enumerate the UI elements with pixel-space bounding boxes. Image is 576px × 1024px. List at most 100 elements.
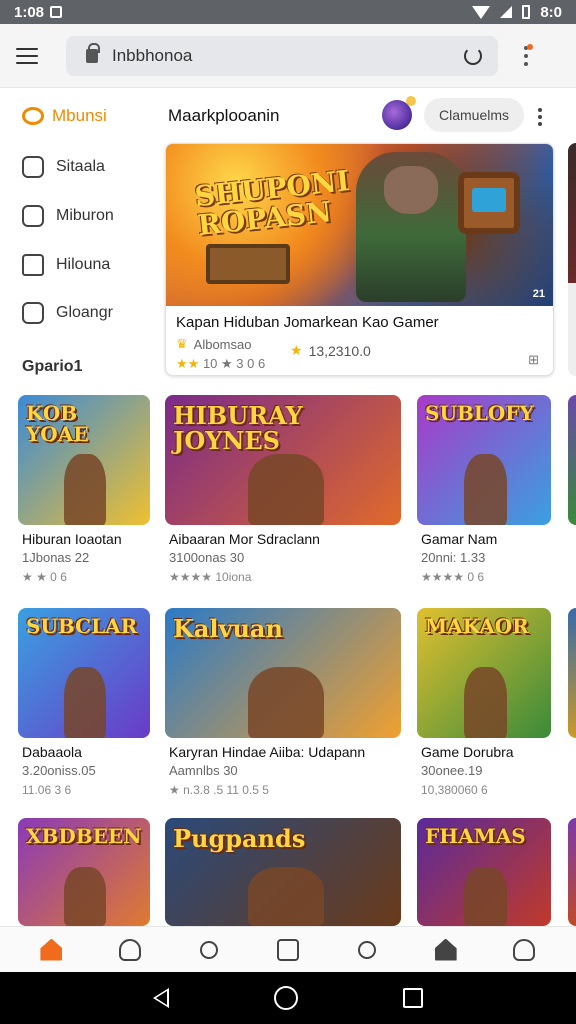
game-rating: ★★★★ 0 6 — [421, 570, 485, 584]
game-logo-text: HIBURAY JOYNES — [173, 401, 303, 456]
filter-chip[interactable]: Clamuelms — [424, 98, 524, 132]
game-card[interactable]: KOB YOAE Hiburan Ioaotan 1Jbonas 22 ★ ★ 0 6 — [18, 395, 150, 597]
recents-icon[interactable] — [403, 988, 424, 1008]
nav-account[interactable] — [504, 930, 544, 970]
character-figure — [248, 454, 324, 525]
sidebar-item-label: Gloangr — [56, 304, 113, 321]
hero-character — [356, 152, 466, 302]
game-thumbnail: Pugpands — [165, 818, 401, 926]
game-thumbnail: HIBURAY JOYNES — [165, 395, 401, 525]
featured-logo-text: SHUPONI ROPASN — [193, 164, 351, 243]
featured-title: Kapan Hiduban Jomarkean Kao Gamer — [176, 314, 439, 331]
nav-home[interactable] — [31, 930, 71, 970]
reload-icon[interactable] — [464, 46, 482, 65]
nav-games[interactable] — [189, 930, 229, 970]
sidebar-item-3[interactable]: Hilouna — [22, 254, 110, 276]
url-text[interactable]: Inbbhonoa — [112, 46, 464, 66]
featured-downloads-text: 13,2310.0 — [308, 342, 371, 359]
chest-figure — [206, 244, 290, 284]
clock: 1:08 — [14, 3, 45, 21]
game-thumbnail: Kalvuan — [165, 608, 401, 738]
controller-icon — [200, 940, 219, 959]
featured-badge: 21 — [532, 288, 545, 300]
game-logo-text: KOB YOAE — [26, 401, 89, 446]
game-rating: ★ ★ 0 6 — [22, 570, 67, 584]
game-logo-text: Kalvuan — [173, 614, 283, 643]
notification-icon — [50, 6, 63, 18]
game-subtitle: 3.20oniss.05 — [22, 763, 96, 778]
game-rating: ★★★★ 10iona — [169, 570, 252, 584]
character-figure — [248, 667, 324, 738]
puzzle-icon — [22, 156, 44, 178]
sidebar-item-label: Hilouna — [56, 256, 111, 273]
game-rating: 11.06 3 6 — [22, 783, 72, 797]
crown-icon: ♛ — [176, 336, 188, 351]
nav-profile[interactable] — [110, 930, 150, 970]
game-card[interactable]: FHAMAS — [417, 818, 551, 926]
sidebar-item-label: Sitaala — [56, 158, 105, 175]
row-peek[interactable] — [568, 608, 576, 738]
sidebar: Mbunsi Sitaala Miburon Hilouna Gloangr G… — [0, 88, 160, 388]
next-featured-peek[interactable] — [568, 143, 576, 376]
sparkle-icon — [22, 302, 44, 324]
menu-icon[interactable] — [16, 47, 38, 64]
game-title: Karyran Hindae Aiiba: Udapann — [169, 744, 366, 760]
search-icon — [357, 940, 376, 959]
featured-meta: ♛ Albomsao — [176, 336, 251, 352]
character-figure — [464, 667, 507, 738]
overflow-menu-icon[interactable] — [524, 43, 533, 66]
game-thumbnail: SUBCLAR — [18, 608, 150, 738]
game-card[interactable]: HIBURAY JOYNES Aibaaran Mor Sdraclann 3100… — [165, 395, 401, 597]
brand[interactable]: Mbunsi — [22, 106, 107, 126]
status-right-text: 8:0 — [540, 3, 562, 21]
address-bar[interactable]: Inbbhonoa — [66, 35, 498, 76]
game-logo-text: MAKAOR — [425, 614, 529, 638]
home-icon — [40, 938, 63, 961]
house-icon — [22, 254, 44, 276]
featured-game-card[interactable]: SHUPONI ROPASN 21 Kapan Hiduban Jomarkean… — [165, 143, 554, 376]
wifi-icon — [472, 5, 491, 19]
nav-apps[interactable] — [268, 930, 308, 970]
game-card[interactable]: SUBLOFY Gamar Nam 20nni: 1.33 ★★★★ 0 6 — [417, 395, 551, 597]
lock-icon — [86, 42, 100, 63]
flag-icon[interactable]: ⊞ — [528, 352, 539, 368]
back-icon[interactable] — [152, 988, 169, 1008]
profile-icon — [119, 938, 142, 961]
game-rating: ★ n.3.8 .5 11 0.5 5 — [169, 783, 269, 797]
game-card[interactable]: MAKAOR Game Dorubra 30onee.19 10,380060 6 — [417, 608, 551, 810]
sidebar-item-4[interactable]: Gloangr — [22, 302, 113, 324]
browser-toolbar: Inbbhonoa — [0, 24, 576, 88]
sidebar-item-2[interactable]: Miburon — [22, 205, 114, 227]
page-title: Maarkplooanin — [168, 106, 280, 125]
game-card[interactable]: Kalvuan Karyran Hindae Aiiba: Udapann Aamn… — [165, 608, 401, 810]
row-peek[interactable] — [568, 395, 576, 525]
signal-icon — [500, 6, 513, 18]
nav-search[interactable] — [347, 930, 387, 970]
home-button-icon[interactable] — [273, 986, 298, 1010]
status-bar: 1:08 8:0 — [0, 0, 576, 24]
game-subtitle: 3100onas 30 — [169, 550, 245, 565]
game-card[interactable]: SUBCLAR Dabaaola 3.20oniss.05 11.06 3 6 — [18, 608, 150, 810]
row-peek[interactable] — [568, 818, 576, 926]
featured-developer: Albomsao — [193, 336, 252, 352]
sidebar-item-1[interactable]: Sitaala — [22, 156, 105, 178]
game-logo-text: XBDBEEN — [26, 824, 142, 848]
game-subtitle: 20nni: 1.33 — [421, 550, 486, 565]
game-thumbnail: XBDBEEN — [18, 818, 150, 926]
star-icon: ★ — [290, 342, 303, 358]
game-title: Game Dorubra — [421, 744, 514, 760]
game-title: Aibaaran Mor Sdraclann — [169, 531, 320, 547]
bottom-navigation — [0, 926, 576, 972]
nav-house[interactable] — [426, 930, 466, 970]
game-card[interactable]: Pugpands — [165, 818, 401, 926]
sidebar-item-label: Miburon — [56, 207, 114, 224]
game-subtitle: 30onee.19 — [421, 763, 483, 778]
game-card[interactable]: XBDBEEN — [18, 818, 150, 926]
game-subtitle: Aamnlbs 30 — [169, 763, 238, 778]
potion-icon[interactable] — [382, 96, 416, 130]
featured-downloads: ★ 13,2310.0 — [290, 342, 371, 359]
more-options-icon[interactable] — [538, 108, 542, 126]
character-figure — [64, 667, 106, 738]
featured-banner-image: SHUPONI ROPASN 21 — [166, 144, 553, 306]
system-navigation-bar — [0, 972, 576, 1024]
